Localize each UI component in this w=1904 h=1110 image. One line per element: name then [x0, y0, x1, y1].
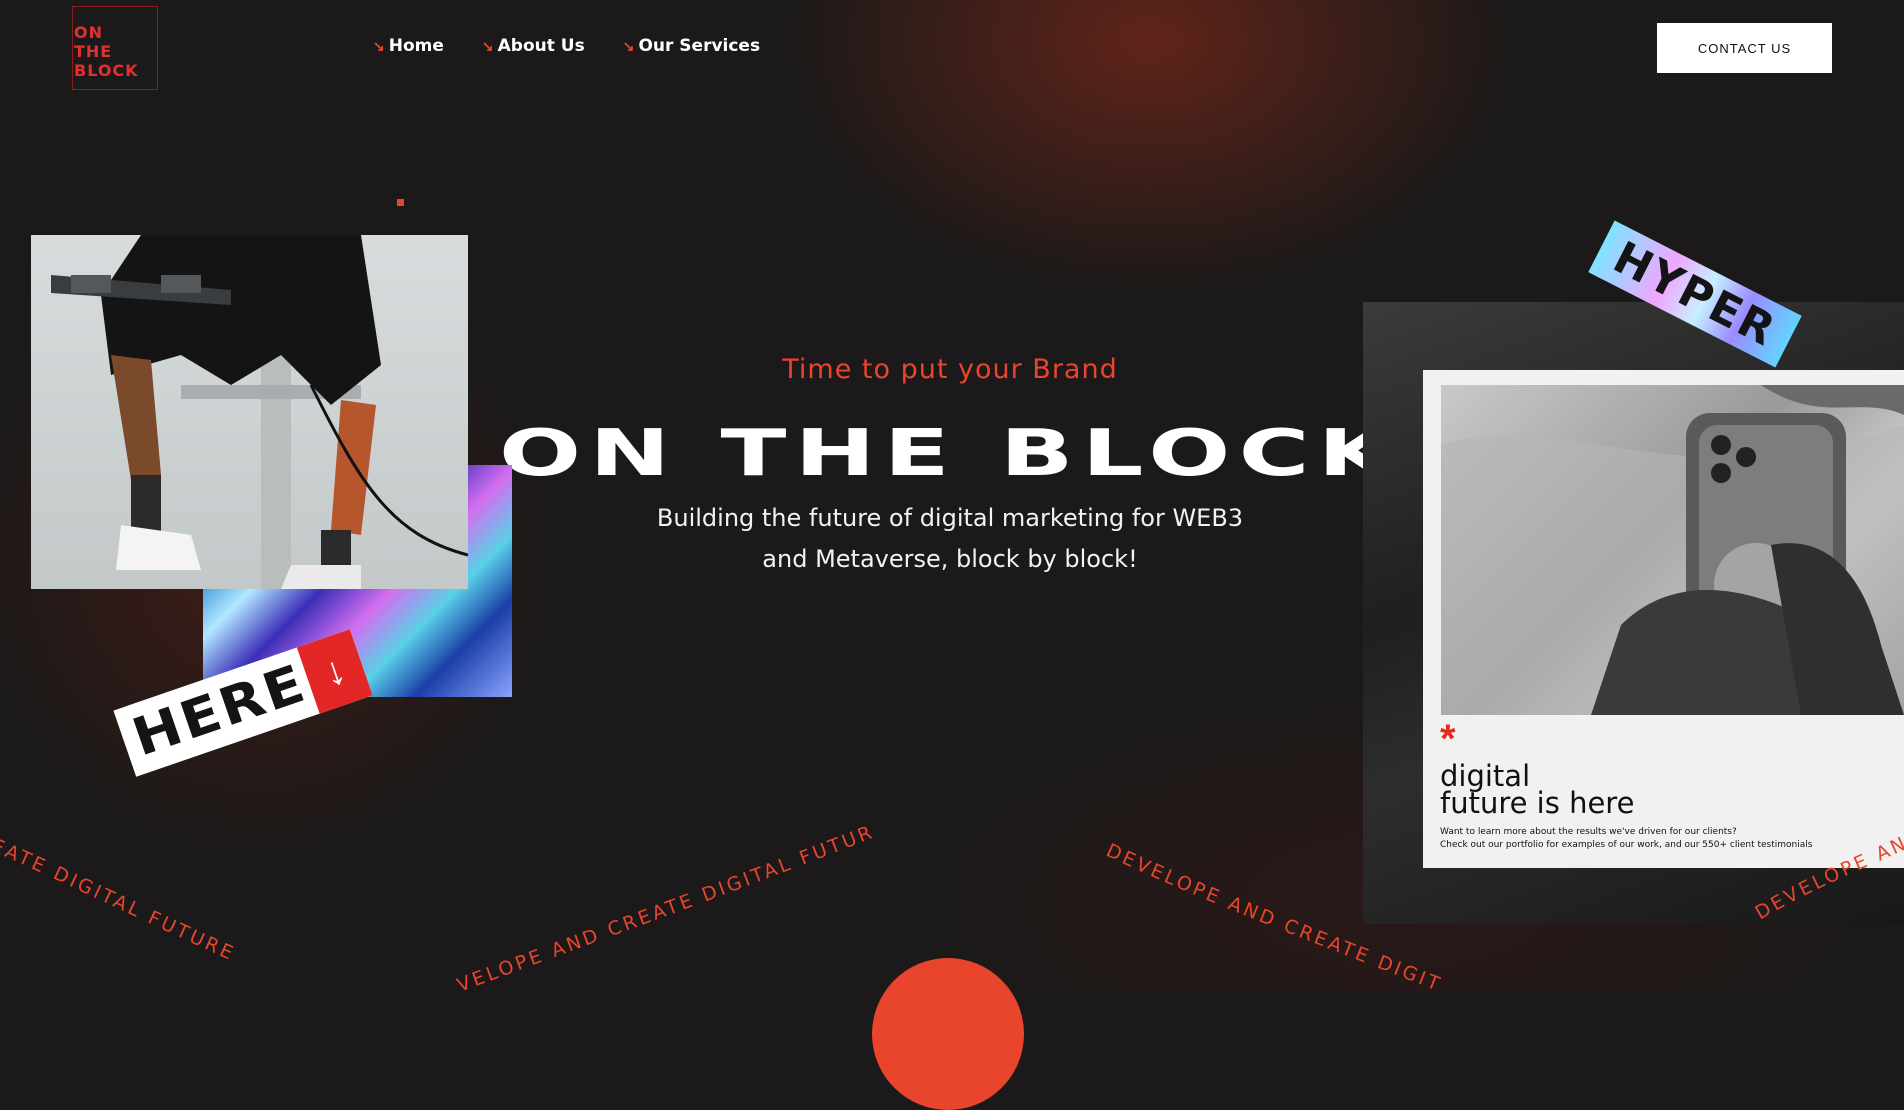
main-nav: ↘ Home ↘ About Us ↘ Our Services	[373, 36, 760, 56]
poster-title: digital future is here	[1440, 762, 1740, 820]
poster-photo	[1441, 385, 1904, 715]
hands-holding-phone-illustration	[1441, 385, 1904, 715]
logo-line-3: BLOCK	[74, 61, 139, 80]
logo-line-2: THE	[74, 42, 113, 61]
poster-text-line-2: Check out our portfolio for examples of …	[1440, 840, 1813, 850]
hero-photo-left	[31, 235, 468, 589]
nav-item-our-services[interactable]: ↘ Our Services	[623, 36, 760, 56]
person-with-drone-illustration	[51, 235, 468, 589]
logo[interactable]: ON THE BLOCK	[72, 6, 158, 90]
poster-title-line-2: future is here	[1440, 786, 1635, 820]
nav-label-about-us: About Us	[497, 36, 585, 56]
hero-subtitle-line-1: Building the future of digital marketing…	[656, 504, 1244, 532]
nav-item-about-us[interactable]: ↘ About Us	[482, 36, 585, 56]
logo-line-1: ON	[74, 23, 103, 42]
arrow-down-right-icon: ↘	[622, 37, 635, 54]
arrow-down-right-icon: ↘	[481, 37, 494, 54]
nav-label-our-services: Our Services	[638, 36, 761, 56]
poster-star: *	[1440, 717, 1456, 761]
hero-subtitle-line-2: and Metaverse, block by block!	[762, 545, 1138, 573]
contact-us-button[interactable]: CONTACT US	[1657, 23, 1832, 73]
digital-future-poster: * digital future is here Want to learn m…	[1423, 370, 1904, 868]
poster-text-line-1: Want to learn more about the results we'…	[1440, 827, 1737, 837]
nav-label-home: Home	[388, 36, 444, 56]
decorative-dot	[397, 199, 404, 206]
hero-subtitle: Building the future of digital marketing…	[600, 498, 1300, 580]
nav-item-home[interactable]: ↘ Home	[373, 36, 444, 56]
arrow-down-right-icon: ↘	[373, 37, 385, 54]
scroll-down-circle-button[interactable]	[872, 958, 1024, 1110]
